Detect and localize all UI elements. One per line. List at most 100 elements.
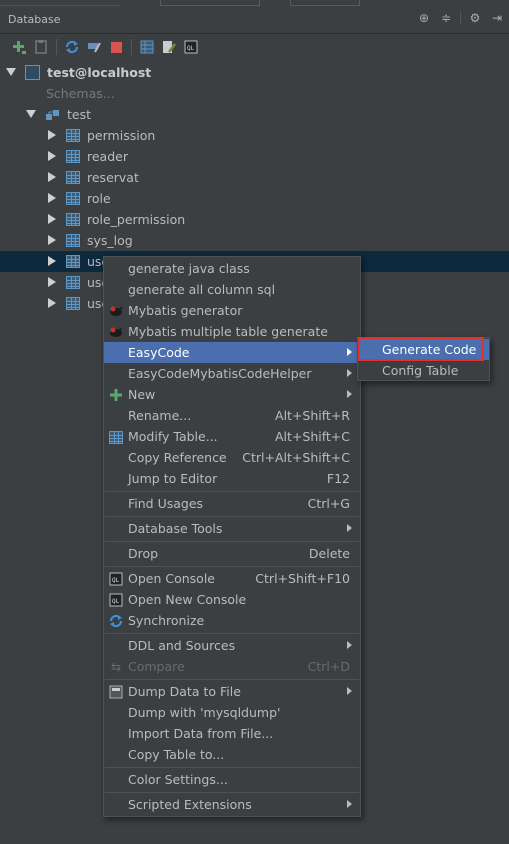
menu-item-rename[interactable]: Rename... Alt+Shift+R — [104, 405, 360, 426]
collapsed-arrow-icon[interactable] — [48, 277, 56, 287]
annotation-highlight-box — [358, 337, 484, 361]
menu-item-copy-reference[interactable]: Copy Reference Ctrl+Alt+Shift+C — [104, 447, 360, 468]
database-toolbar: QL — [0, 35, 509, 59]
collapsed-arrow-icon[interactable] — [48, 130, 56, 140]
svg-text:QL: QL — [112, 598, 120, 605]
settings-gear-icon[interactable]: ⚙ — [467, 11, 483, 25]
connection-label: test@localhost — [47, 65, 152, 80]
schema-icon — [45, 108, 61, 125]
header-actions: ⊕ ≑ ⚙ ⇥ — [416, 11, 505, 25]
table-row[interactable]: role_permission — [0, 209, 509, 230]
schema-label: test — [67, 107, 92, 122]
table-row[interactable]: role — [0, 188, 509, 209]
properties-icon[interactable] — [30, 37, 52, 57]
table-label: role — [87, 191, 111, 206]
menu-item-drop[interactable]: Drop Delete — [104, 543, 360, 564]
context-menu: generate java class generate all column … — [103, 256, 361, 817]
mybatis-bird-icon — [108, 324, 124, 340]
submenu-arrow-icon — [347, 687, 352, 695]
table-icon — [66, 129, 80, 142]
table-row[interactable]: permission — [0, 125, 509, 146]
menu-item-generate-java-class[interactable]: generate java class — [104, 258, 360, 279]
table-row[interactable]: sys_log — [0, 230, 509, 251]
collapsed-arrow-icon[interactable] — [48, 298, 56, 308]
tree-row-schemas[interactable]: Schemas... — [0, 83, 509, 104]
table-icon — [66, 171, 80, 184]
submenu-arrow-icon — [347, 348, 352, 356]
submenu-arrow-icon — [347, 800, 352, 808]
collapsed-arrow-icon[interactable] — [48, 235, 56, 245]
submenu-item-config-table[interactable]: Config Table — [358, 360, 489, 381]
menu-item-ddl-and-sources[interactable]: DDL and Sources — [104, 635, 360, 656]
menu-item-compare: ⇆ Compare Ctrl+D — [104, 656, 360, 677]
add-icon[interactable] — [8, 37, 30, 57]
table-icon — [66, 192, 80, 205]
menu-item-easycode[interactable]: EasyCode — [104, 342, 360, 363]
stop-icon[interactable] — [105, 37, 127, 57]
expand-arrow-icon[interactable] — [6, 68, 16, 76]
table-label: permission — [87, 128, 156, 143]
menu-separator — [105, 491, 359, 492]
mybatis-bird-icon — [108, 303, 124, 319]
compare-arrows-icon: ⇆ — [110, 660, 122, 674]
refresh-icon[interactable] — [61, 37, 83, 57]
table-row[interactable]: reservat — [0, 167, 509, 188]
menu-item-generate-all-column-sql[interactable]: generate all column sql — [104, 279, 360, 300]
menu-item-synchronize[interactable]: Synchronize — [104, 610, 360, 631]
schemas-label: Schemas... — [46, 86, 115, 101]
menu-item-easycode-mybatis-helper[interactable]: EasyCodeMybatisCodeHelper — [104, 363, 360, 384]
console-icon: QL — [108, 592, 124, 608]
menu-separator — [105, 792, 359, 793]
tree-row-connection[interactable]: test@localhost — [0, 62, 509, 83]
top-edge — [0, 0, 509, 6]
menu-item-dump-with-mysqldump[interactable]: Dump with 'mysqldump' — [104, 702, 360, 723]
menu-item-dump-data-to-file[interactable]: Dump Data to File — [104, 681, 360, 702]
menu-item-find-usages[interactable]: Find Usages Ctrl+G — [104, 493, 360, 514]
menu-item-modify-table[interactable]: Modify Table... Alt+Shift+C — [104, 426, 360, 447]
sync-icon — [108, 613, 124, 629]
submenu-arrow-icon — [347, 524, 352, 532]
collapse-all-icon[interactable]: ≑ — [438, 11, 454, 25]
submenu-arrow-icon — [347, 641, 352, 649]
menu-separator — [105, 633, 359, 634]
menu-separator — [105, 541, 359, 542]
tree-row-schema[interactable]: test — [0, 104, 509, 125]
menu-item-jump-to-editor[interactable]: Jump to Editor F12 — [104, 468, 360, 489]
edit-source-icon[interactable] — [158, 37, 180, 57]
menu-item-mybatis-multiple-table[interactable]: Mybatis multiple table generate — [104, 321, 360, 342]
submenu-arrow-icon — [347, 390, 352, 398]
table-icon — [66, 255, 80, 268]
hide-icon[interactable]: ⇥ — [489, 11, 505, 25]
scroll-from-source-icon[interactable]: ⊕ — [416, 11, 432, 25]
menu-separator — [105, 767, 359, 768]
menu-item-open-new-console[interactable]: QL Open New Console — [104, 589, 360, 610]
table-icon — [66, 150, 80, 163]
menu-item-import-data-from-file[interactable]: Import Data from File... — [104, 723, 360, 744]
collapsed-arrow-icon[interactable] — [48, 214, 56, 224]
collapsed-arrow-icon[interactable] — [48, 151, 56, 161]
collapsed-arrow-icon[interactable] — [48, 193, 56, 203]
menu-item-copy-table-to[interactable]: Copy Table to... — [104, 744, 360, 765]
tool-window-header: Database ⊕ ≑ ⚙ ⇥ — [0, 0, 509, 34]
tool-window-title: Database — [8, 13, 61, 26]
dump-icon — [108, 684, 124, 700]
menu-item-color-settings[interactable]: Color Settings... — [104, 769, 360, 790]
table-label: sys_log — [87, 233, 133, 248]
console-icon[interactable]: QL — [180, 37, 202, 57]
edit-connection-icon[interactable] — [83, 37, 105, 57]
menu-item-open-console[interactable]: QL Open Console Ctrl+Shift+F10 — [104, 568, 360, 589]
menu-item-scripted-extensions[interactable]: Scripted Extensions — [104, 794, 360, 815]
table-view-icon[interactable] — [136, 37, 158, 57]
collapsed-arrow-icon[interactable] — [48, 256, 56, 266]
table-label: role_permission — [87, 212, 186, 227]
console-icon: QL — [108, 571, 124, 587]
collapsed-arrow-icon[interactable] — [48, 172, 56, 182]
menu-item-new[interactable]: New — [104, 384, 360, 405]
expand-arrow-icon[interactable] — [26, 110, 36, 118]
menu-item-mybatis-generator[interactable]: Mybatis generator — [104, 300, 360, 321]
menu-item-database-tools[interactable]: Database Tools — [104, 518, 360, 539]
table-icon — [66, 276, 80, 289]
table-icon — [66, 234, 80, 247]
datasource-icon — [25, 65, 40, 80]
table-row[interactable]: reader — [0, 146, 509, 167]
